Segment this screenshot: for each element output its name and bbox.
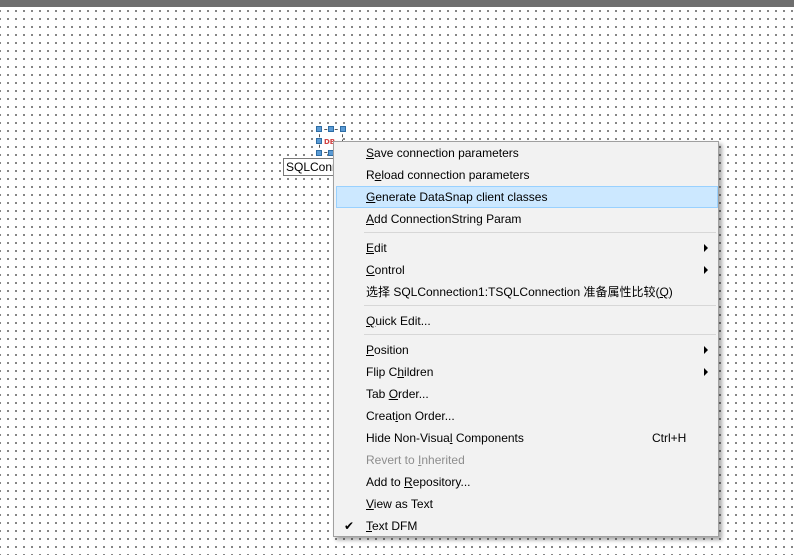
menu-item-text: Generate DataSnap client classes bbox=[366, 190, 548, 204]
menu-item-generate-datasnap-client-classes[interactable]: Generate DataSnap client classes bbox=[336, 186, 718, 208]
resize-handle-bottom-left[interactable] bbox=[316, 150, 322, 156]
checkmark-icon: ✔ bbox=[344, 519, 355, 533]
menu-item-text: Control bbox=[366, 263, 405, 277]
menu-item-text: Text DFM bbox=[366, 519, 418, 533]
menu-item-text: Add to Repository... bbox=[366, 475, 471, 489]
resize-handle-top[interactable] bbox=[328, 126, 334, 132]
resize-handle-left[interactable] bbox=[316, 138, 322, 144]
menu-item-creation-order[interactable]: Creation Order... bbox=[336, 405, 718, 427]
menu-separator bbox=[364, 232, 716, 233]
menu-item-edit[interactable]: Edit bbox=[336, 237, 718, 259]
resize-handle-top-left[interactable] bbox=[316, 126, 322, 132]
menu-item-add-to-repository[interactable]: Add to Repository... bbox=[336, 471, 718, 493]
menu-item-text: Position bbox=[366, 343, 409, 357]
menu-item-view-as-text[interactable]: View as Text bbox=[336, 493, 718, 515]
submenu-arrow-icon bbox=[704, 244, 708, 252]
menu-item-text: Reload connection parameters bbox=[366, 168, 530, 182]
menu-item-quick-edit[interactable]: Quick Edit... bbox=[336, 310, 718, 332]
menu-item-text-dfm[interactable]: ✔ Text DFM bbox=[336, 515, 718, 537]
menu-item-tab-order[interactable]: Tab Order... bbox=[336, 383, 718, 405]
menu-separator bbox=[364, 305, 716, 306]
menu-item-revert-to-inherited: Revert to Inherited bbox=[336, 449, 718, 471]
menu-item-text: Hide Non-Visual Components bbox=[366, 431, 524, 445]
menu-item-text: Tab Order... bbox=[366, 387, 429, 401]
menu-item-text: View as Text bbox=[366, 497, 433, 511]
menu-item-text: Add ConnectionString Param bbox=[366, 212, 522, 226]
resize-handle-top-right[interactable] bbox=[340, 126, 346, 132]
menu-item-text: Revert to Inherited bbox=[366, 453, 465, 467]
menu-item-save-connection-parameters[interactable]: Save connection parameters bbox=[336, 142, 718, 164]
menu-item-shortcut: Ctrl+H bbox=[652, 431, 687, 445]
submenu-arrow-icon bbox=[704, 368, 708, 376]
menu-item-text: Flip Children bbox=[366, 365, 434, 379]
menu-item-hide-non-visual-components[interactable]: Hide Non-Visual Components Ctrl+H bbox=[336, 427, 718, 449]
menu-separator bbox=[364, 334, 716, 335]
menu-item-text: Quick Edit... bbox=[366, 314, 431, 328]
menu-item-select-for-property-compare[interactable]: 选择 SQLConnection1:TSQLConnection 准备属性比较(… bbox=[336, 281, 718, 303]
window-top-border bbox=[0, 0, 794, 7]
submenu-arrow-icon bbox=[704, 266, 708, 274]
context-menu: Save connection parameters Reload connec… bbox=[333, 141, 719, 537]
menu-item-control[interactable]: Control bbox=[336, 259, 718, 281]
menu-item-add-connectionstring-param[interactable]: Add ConnectionString Param bbox=[336, 208, 718, 230]
menu-item-text: Save connection parameters bbox=[366, 146, 519, 160]
menu-item-position[interactable]: Position bbox=[336, 339, 718, 361]
submenu-arrow-icon bbox=[704, 346, 708, 354]
menu-item-text: Edit bbox=[366, 241, 387, 255]
menu-item-reload-connection-parameters[interactable]: Reload connection parameters bbox=[336, 164, 718, 186]
menu-item-text: Creation Order... bbox=[366, 409, 455, 423]
menu-item-flip-children[interactable]: Flip Children bbox=[336, 361, 718, 383]
menu-item-text: 选择 SQLConnection1:TSQLConnection 准备属性比较(… bbox=[366, 285, 673, 299]
component-caption: SQLConnection1 bbox=[283, 158, 339, 176]
